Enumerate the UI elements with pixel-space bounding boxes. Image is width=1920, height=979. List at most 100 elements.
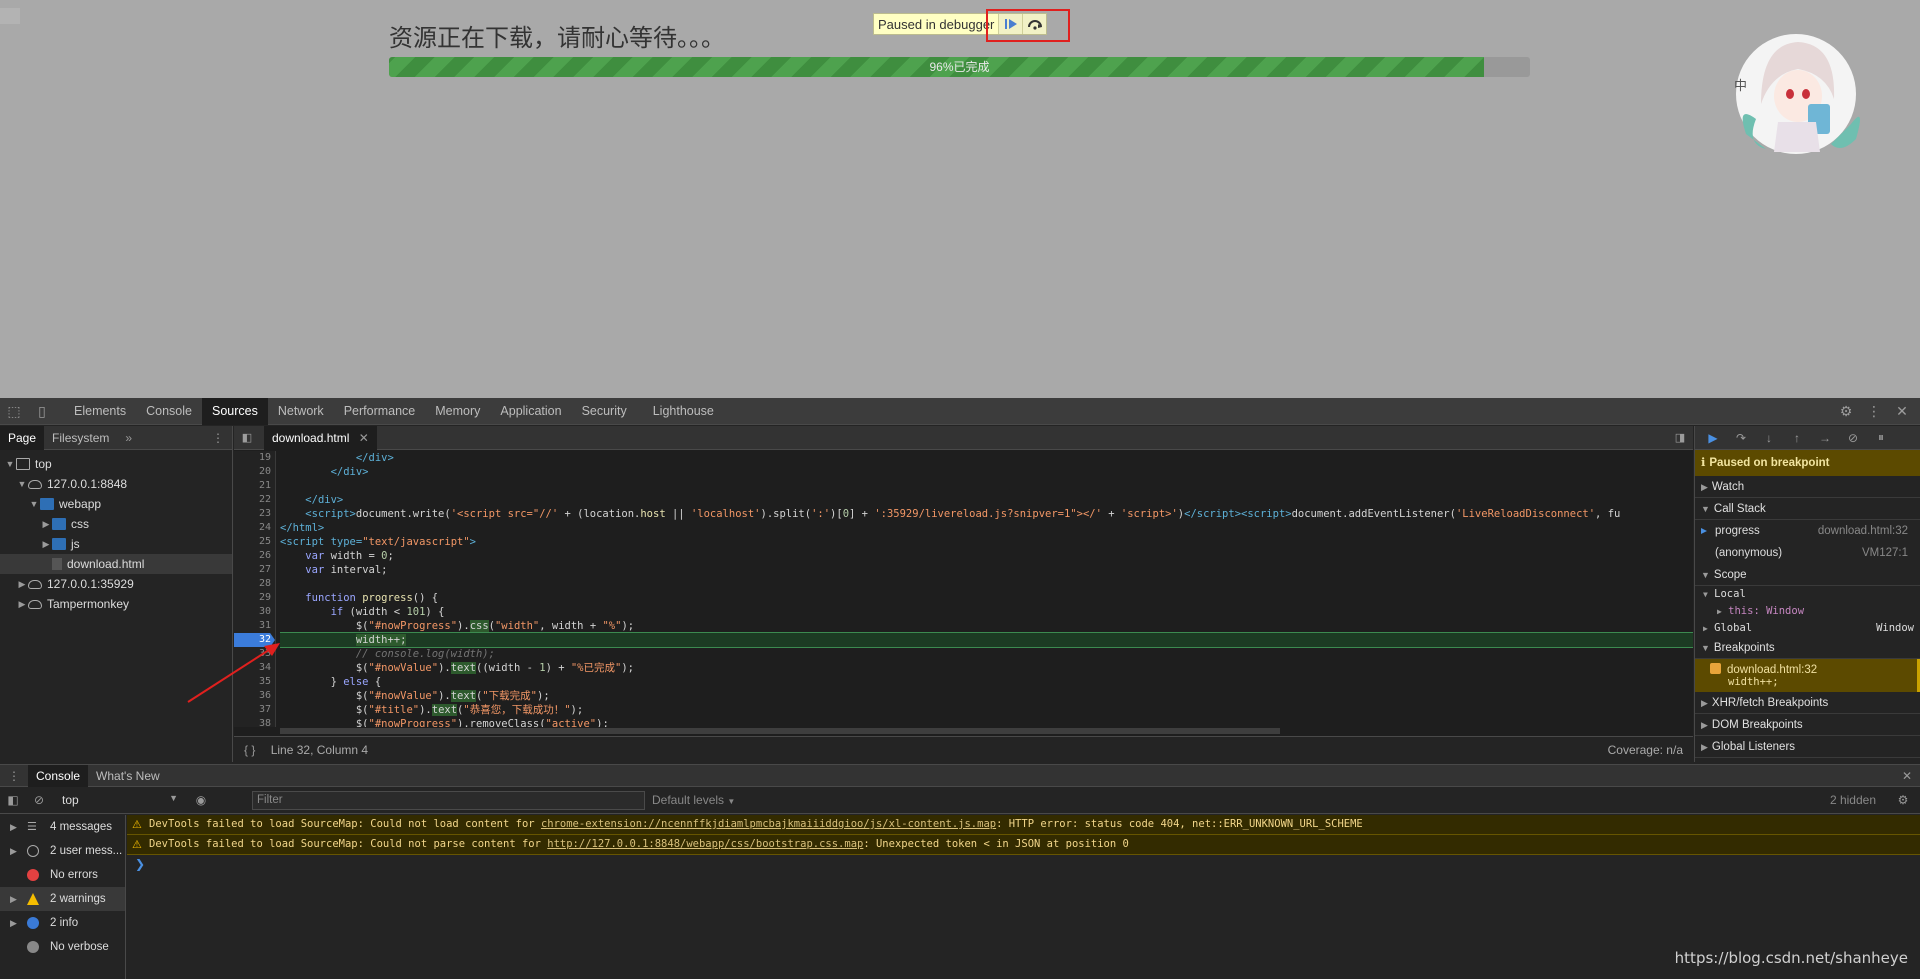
close-tab-icon[interactable]: ✕ bbox=[359, 431, 369, 445]
code-line[interactable]: $("#nowProgress").css("width", width + "… bbox=[280, 619, 1693, 633]
call-frame-anonymous[interactable]: (anonymous) VM127:1 bbox=[1695, 542, 1920, 564]
code-line[interactable]: </html> bbox=[280, 521, 1693, 535]
line-number[interactable]: 38 bbox=[234, 717, 275, 731]
sidebar-toggle-icon[interactable]: ◧ bbox=[0, 793, 26, 807]
code-line[interactable]: function progress() { bbox=[280, 591, 1693, 605]
line-number[interactable]: 28 bbox=[234, 577, 275, 591]
toggle-navigator-icon[interactable]: ◧ bbox=[234, 426, 260, 450]
line-number[interactable]: 27 bbox=[234, 563, 275, 577]
filter-warnings[interactable]: ▶ 2 warnings bbox=[0, 887, 125, 911]
scope-section-header[interactable]: ▼ Scope bbox=[1695, 564, 1920, 586]
code-line[interactable]: $("#nowProgress").removeClass("active"); bbox=[280, 717, 1693, 727]
dom-breakpoints-header[interactable]: ▶ DOM Breakpoints bbox=[1695, 714, 1920, 736]
tree-item-top[interactable]: ▼ top bbox=[0, 454, 232, 474]
line-number[interactable]: 30 bbox=[234, 605, 275, 619]
code-line[interactable]: </div> bbox=[280, 493, 1693, 507]
tab-elements[interactable]: Elements bbox=[64, 398, 136, 425]
line-number[interactable]: 24 bbox=[234, 521, 275, 535]
watch-section-header[interactable]: ▶ Watch bbox=[1695, 476, 1920, 498]
line-number[interactable]: 25 bbox=[234, 535, 275, 549]
global-listeners-header[interactable]: ▶ Global Listeners bbox=[1695, 736, 1920, 758]
xhr-breakpoints-header[interactable]: ▶ XHR/fetch Breakpoints bbox=[1695, 692, 1920, 714]
code-line[interactable]: $("#nowValue").text("下载完成"); bbox=[280, 689, 1693, 703]
breakpoint-entry[interactable]: download.html:32 width++; bbox=[1695, 659, 1920, 692]
code-line[interactable]: var width = 0; bbox=[280, 549, 1693, 563]
line-number[interactable]: 29 bbox=[234, 591, 275, 605]
pretty-print-icon[interactable]: { } bbox=[244, 743, 255, 757]
line-number[interactable]: 21 bbox=[234, 479, 275, 493]
filter-messages[interactable]: ▶ ☰ 4 messages bbox=[0, 815, 125, 839]
tab-whats-new[interactable]: What's New bbox=[88, 765, 168, 787]
console-prompt[interactable]: ❯ bbox=[127, 855, 1920, 873]
call-stack-section-header[interactable]: ▼ Call Stack bbox=[1695, 498, 1920, 520]
step-into-icon[interactable]: ↓ bbox=[1755, 431, 1783, 445]
live-expression-eye-icon[interactable]: ◉ bbox=[188, 793, 214, 807]
console-filter-input[interactable]: Filter bbox=[252, 791, 645, 810]
tab-lighthouse[interactable]: Lighthouse bbox=[637, 398, 724, 425]
line-number[interactable]: 23 bbox=[234, 507, 275, 521]
deactivate-breakpoints-icon[interactable]: ⊘ bbox=[1839, 431, 1867, 445]
code-line[interactable]: <script type="text/javascript"> bbox=[280, 535, 1693, 549]
tab-console-drawer[interactable]: Console bbox=[28, 764, 89, 787]
more-tabs-icon[interactable]: » bbox=[117, 426, 140, 450]
filter-errors[interactable]: No errors bbox=[0, 863, 125, 887]
context-select[interactable]: top ▼ bbox=[52, 793, 188, 807]
tab-security[interactable]: Security bbox=[572, 398, 637, 425]
close-drawer-icon[interactable]: ✕ bbox=[1894, 765, 1920, 787]
scope-global[interactable]: ▶ Global Window bbox=[1695, 620, 1920, 637]
call-frame-progress[interactable]: progress download.html:32 bbox=[1695, 520, 1920, 542]
filter-user-messages[interactable]: ▶ 2 user mess... bbox=[0, 839, 125, 863]
line-number[interactable]: 31 bbox=[234, 619, 275, 633]
console-settings-gear-icon[interactable]: ⚙ bbox=[1890, 793, 1916, 807]
resume-script-icon[interactable]: ▶︎ bbox=[1699, 431, 1727, 445]
breakpoint-checkbox[interactable] bbox=[1710, 663, 1721, 674]
tree-item-webapp[interactable]: ▼ webapp bbox=[0, 494, 232, 514]
inspect-element-icon[interactable]: ⬚ bbox=[0, 398, 28, 425]
pause-on-exceptions-icon[interactable]: ⏸ bbox=[1867, 430, 1895, 445]
code-area[interactable]: </div> </div> </div> <script>document.wr… bbox=[280, 451, 1693, 727]
code-line[interactable]: <script>document.write('<script src="//'… bbox=[280, 507, 1693, 521]
toggle-debugger-icon[interactable]: ◨ bbox=[1667, 426, 1693, 450]
breakpoints-section-header[interactable]: ▼ Breakpoints bbox=[1695, 637, 1920, 659]
scope-this[interactable]: ▶ this: Window bbox=[1695, 603, 1920, 620]
drawer-menu-icon[interactable]: ⋮ bbox=[0, 765, 28, 787]
code-line[interactable]: var interval; bbox=[280, 563, 1693, 577]
tree-item-host-8848[interactable]: ▼ 127.0.0.1:8848 bbox=[0, 474, 232, 494]
tab-page[interactable]: Page bbox=[0, 425, 45, 450]
navigator-menu-icon[interactable]: ⋮ bbox=[204, 426, 232, 450]
line-number[interactable]: 20 bbox=[234, 465, 275, 479]
tree-item-js[interactable]: ▶ js bbox=[0, 534, 232, 554]
step-icon[interactable]: → bbox=[1811, 431, 1839, 445]
close-devtools-icon[interactable]: ✕ bbox=[1888, 398, 1916, 425]
code-line[interactable]: </div> bbox=[280, 465, 1693, 479]
tree-item-host-35929[interactable]: ▶ 127.0.0.1:35929 bbox=[0, 574, 232, 594]
tree-item-tampermonkey[interactable]: ▶ Tampermonkey bbox=[0, 594, 232, 614]
code-line[interactable]: $("#nowValue").text((width - 1) + "%已完成"… bbox=[280, 661, 1693, 675]
log-levels-dropdown[interactable]: Default levels ▼ bbox=[652, 787, 735, 815]
line-number[interactable]: 26 bbox=[234, 549, 275, 563]
code-line[interactable] bbox=[280, 577, 1693, 591]
filter-verbose[interactable]: No verbose bbox=[0, 935, 125, 959]
tree-item-css[interactable]: ▶ css bbox=[0, 514, 232, 534]
tab-application[interactable]: Application bbox=[490, 398, 571, 425]
step-over-icon[interactable]: ↷ bbox=[1727, 431, 1755, 445]
tree-item-download-html[interactable]: download.html bbox=[0, 554, 232, 574]
scope-local[interactable]: ▼ Local bbox=[1695, 586, 1920, 603]
line-number[interactable]: 19 bbox=[234, 451, 275, 465]
device-toolbar-icon[interactable]: ▯ bbox=[28, 398, 56, 425]
code-line[interactable]: // console.log(width); bbox=[280, 647, 1693, 661]
tab-network[interactable]: Network bbox=[268, 398, 334, 425]
tab-memory[interactable]: Memory bbox=[425, 398, 490, 425]
tab-console[interactable]: Console bbox=[136, 398, 202, 425]
code-line[interactable]: if (width < 101) { bbox=[280, 605, 1693, 619]
code-line[interactable]: </div> bbox=[280, 451, 1693, 465]
clear-console-icon[interactable]: ⊘ bbox=[26, 793, 52, 807]
settings-gear-icon[interactable]: ⚙ bbox=[1832, 398, 1860, 425]
code-line[interactable]: $("#title").text("恭喜您，下载成功！"); bbox=[280, 703, 1693, 717]
line-number[interactable]: 22 bbox=[234, 493, 275, 507]
step-out-icon[interactable]: ↑ bbox=[1783, 431, 1811, 445]
editor-file-tab[interactable]: download.html ✕ bbox=[264, 425, 377, 450]
tab-filesystem[interactable]: Filesystem bbox=[44, 426, 117, 450]
code-line[interactable] bbox=[280, 479, 1693, 493]
horizontal-scrollbar[interactable] bbox=[280, 728, 1280, 734]
